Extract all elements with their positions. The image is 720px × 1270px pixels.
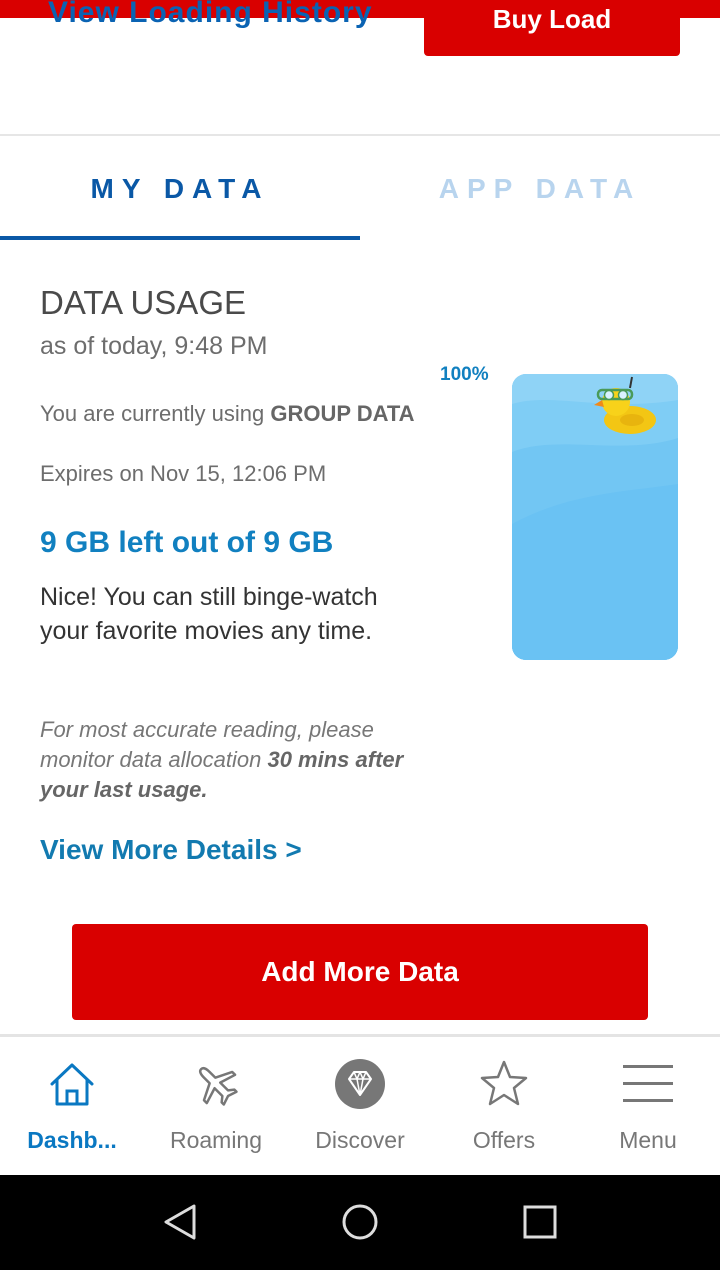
nav-label-offers: Offers	[472, 1127, 536, 1153]
group-data-notice: You are currently using GROUP DATA	[40, 398, 420, 429]
add-more-data-button[interactable]: Add More Data	[72, 924, 648, 1020]
accuracy-note: For most accurate reading, please monito…	[40, 715, 420, 805]
system-navigation-bar	[0, 1175, 720, 1270]
gauge-percent-label: 100%	[440, 364, 489, 385]
view-more-details-link[interactable]: View More Details >	[40, 834, 302, 866]
tab-app-data[interactable]: APP DATA	[360, 137, 720, 240]
data-usage-timestamp: as of today, 9:48 PM	[40, 332, 268, 360]
nav-label-roaming: Roaming	[169, 1127, 263, 1153]
bottom-navigation: Dashb... Roaming Discover Offers Menu	[0, 1034, 720, 1175]
buy-load-button[interactable]: Buy Load	[424, 0, 680, 56]
nav-item-offers[interactable]: Offers	[432, 1037, 576, 1175]
usage-message: Nice! You can still binge-watch your fav…	[40, 583, 378, 645]
view-loading-history-link[interactable]: View Loading History	[48, 0, 373, 30]
active-tab-indicator	[0, 236, 360, 240]
group-data-name: GROUP DATA	[270, 401, 415, 426]
hamburger-menu-icon	[623, 1065, 673, 1102]
home-circle-icon[interactable]	[340, 1202, 380, 1242]
top-actions-section: View Loading History Buy Load	[0, 0, 720, 136]
back-icon[interactable]	[160, 1202, 200, 1242]
nav-item-menu[interactable]: Menu	[576, 1037, 720, 1175]
data-usage-title: DATA USAGE	[40, 284, 246, 321]
airplane-icon	[199, 1067, 238, 1106]
star-icon	[480, 1060, 528, 1106]
nav-item-discover[interactable]: Discover	[288, 1037, 432, 1175]
group-data-prefix: You are currently using	[40, 401, 271, 426]
data-gauge	[512, 374, 678, 660]
water-gauge-graphic	[512, 374, 678, 660]
recents-square-icon[interactable]	[520, 1202, 560, 1242]
tab-my-data[interactable]: MY DATA	[0, 137, 360, 240]
home-icon	[50, 1063, 94, 1106]
nav-label-discover: Discover	[315, 1127, 405, 1153]
expiry-date: Expires on Nov 15, 12:06 PM	[40, 461, 327, 486]
nav-label-dashboard: Dashb...	[27, 1127, 117, 1153]
nav-item-dashboard[interactable]: Dashb...	[0, 1037, 144, 1175]
nav-label-menu: Menu	[619, 1127, 677, 1153]
nav-item-roaming[interactable]: Roaming	[144, 1037, 288, 1175]
diamond-icon	[335, 1059, 385, 1109]
data-tabs: MY DATA APP DATA	[0, 137, 720, 240]
data-remaining: 9 GB left out of 9 GB	[40, 526, 334, 559]
